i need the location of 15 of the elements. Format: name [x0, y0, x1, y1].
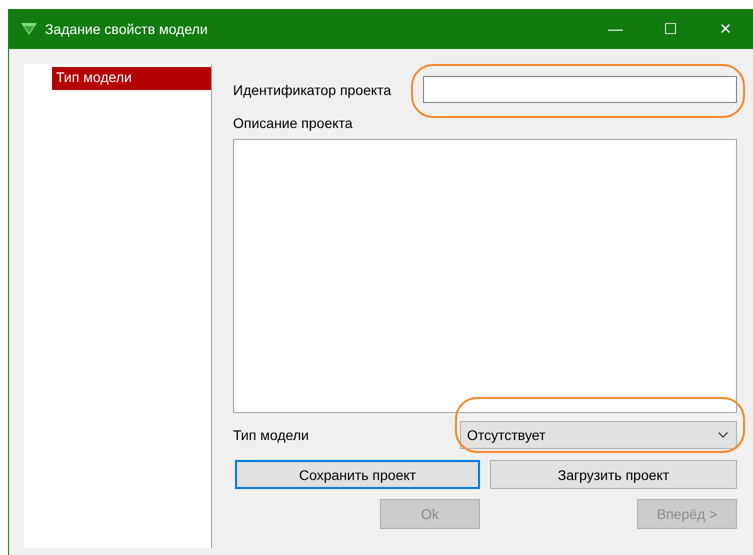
load-project-button[interactable]: Загрузить проект — [490, 460, 737, 489]
window-title: Задание свойств модели — [45, 21, 209, 37]
tree-item[interactable]: Тип модели — [52, 67, 211, 90]
model-type-label: Тип модели — [233, 427, 309, 443]
app-logo-icon — [21, 23, 37, 35]
minimize-button[interactable]: — — [588, 9, 643, 49]
close-button[interactable]: ✕ — [698, 9, 753, 49]
chevron-down-icon — [718, 432, 728, 438]
model-type-dropdown[interactable]: Отсутствует — [460, 421, 737, 449]
description-label: Описание проекта — [233, 115, 353, 131]
id-input-field[interactable] — [423, 76, 737, 103]
maximize-button[interactable]: ☐ — [643, 9, 698, 49]
id-label: Идентификатор проекта — [233, 82, 392, 98]
save-project-button[interactable]: Сохранить проект — [235, 460, 480, 489]
description-input-field[interactable] — [233, 139, 737, 413]
